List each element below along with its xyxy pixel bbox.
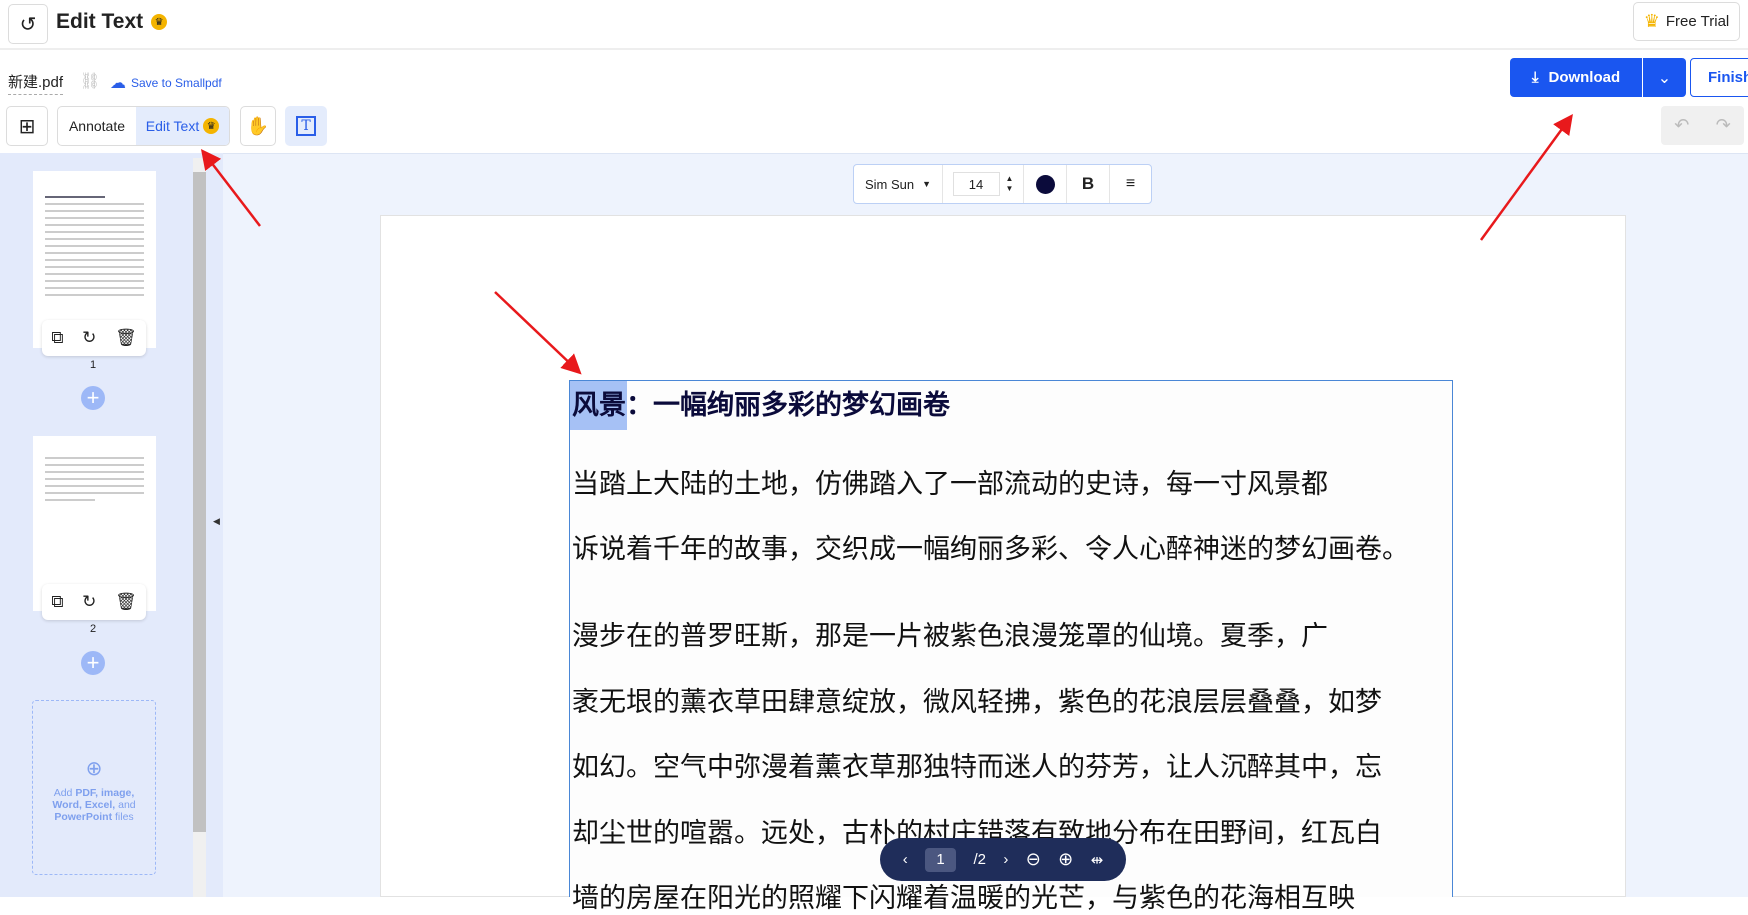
add-files-text: Add — [53, 787, 76, 799]
selected-text: 风景 — [572, 390, 626, 421]
text-tool-button[interactable]: T — [285, 106, 327, 146]
page-2-tools: ⧉ ↻ 🗑 — [42, 584, 146, 620]
rotate-icon[interactable]: ↻ — [82, 592, 96, 612]
page-number-1: 1 — [89, 359, 97, 371]
free-trial-label: Free Trial — [1665, 13, 1730, 30]
document-heading[interactable]: 风景：一幅绚丽多彩的梦幻画卷 — [572, 383, 950, 422]
save-to-smallpdf-link[interactable]: ☁ Save to Smallpdf — [110, 73, 222, 93]
font-size-input[interactable]: 14 — [952, 172, 1000, 196]
paragraph-line[interactable]: 诉说着千年的故事，交织成一幅绚丽多彩、令人心醉神迷的梦幻画卷。 — [572, 527, 1409, 566]
page-total: /2 — [973, 851, 986, 868]
add-files-types: PowerPoint — [54, 811, 113, 823]
prev-page-icon[interactable]: ‹ — [903, 851, 908, 868]
stepper-arrows-icon[interactable]: ▲ ▼ — [1006, 174, 1014, 194]
cloud-icon: ☁ — [110, 75, 126, 92]
align-center-icon: ≡ — [1125, 175, 1136, 192]
download-options-button[interactable]: ⌄ — [1643, 58, 1686, 97]
edit-text-label: Edit Text — [145, 118, 200, 134]
save-label: Save to Smallpdf — [131, 76, 222, 90]
bold-button[interactable]: B — [1067, 165, 1110, 203]
undo-arrow-icon: ↺ — [19, 13, 37, 36]
paragraph-line[interactable]: 如幻。空气中弥漫着薰衣草那独特而迷人的芬芳，让人沉醉其中，忘 — [572, 745, 1382, 784]
download-icon: ⤓ — [1531, 69, 1539, 86]
paragraph-line[interactable]: 当踏上大陆的土地，仿佛踏入了一部流动的史诗，每一寸风景都 — [572, 462, 1328, 501]
zoom-out-icon[interactable]: ⊖ — [1026, 849, 1041, 870]
add-files-dropzone[interactable]: ⊕ Add PDF, image, Word, Excel, and Power… — [32, 700, 156, 875]
sidebar-scrollbar[interactable] — [193, 158, 206, 897]
hand-icon: ✋ — [246, 115, 270, 136]
history-controls: ↶ ↷ — [1661, 106, 1744, 145]
trash-icon[interactable]: 🗑 — [115, 592, 137, 612]
duplicate-icon[interactable]: ⧉ — [51, 328, 63, 348]
font-size-stepper[interactable]: 14 ▲ ▼ — [943, 165, 1024, 203]
page-navigation: ‹ 1 /2 › ⊖ ⊕ ⇹ — [880, 838, 1126, 881]
add-files-text: and — [115, 799, 136, 811]
download-label: Download — [1548, 69, 1621, 86]
mode-switch: Annotate Edit Text ♛ — [57, 106, 230, 146]
trash-icon[interactable]: 🗑 — [115, 328, 137, 348]
caret-down-icon: ▼ — [922, 179, 932, 189]
zoom-in-icon[interactable]: ⊕ — [1058, 849, 1073, 870]
page-1-tools: ⧉ ↻ 🗑 — [42, 320, 146, 356]
collapse-sidebar-icon[interactable]: ◀ — [213, 516, 220, 527]
paragraph-line[interactable]: 袤无垠的薰衣草田肆意绽放，微风轻拂，紫色的花浪层层叠叠，如梦 — [572, 680, 1382, 719]
next-page-icon[interactable]: › — [1003, 851, 1008, 868]
title-text: Edit Text — [56, 10, 144, 33]
text-color-button[interactable] — [1024, 165, 1067, 203]
insert-page-button[interactable]: + — [81, 651, 105, 675]
duplicate-icon[interactable]: ⧉ — [51, 592, 63, 612]
add-circle-icon: ⊕ — [85, 758, 103, 780]
grid-view-button[interactable]: ⊞ — [6, 106, 48, 146]
scrollbar-thumb[interactable] — [193, 172, 206, 832]
chevron-down-icon: ⌄ — [1657, 69, 1672, 87]
page-number-2: 2 — [89, 623, 97, 635]
redo-icon[interactable]: ↷ — [1716, 115, 1731, 136]
insert-page-button[interactable]: + — [81, 386, 105, 410]
undo-icon[interactable]: ↶ — [1674, 115, 1689, 136]
crown-icon: ♛ — [1643, 11, 1660, 31]
header-bar — [0, 0, 1748, 50]
rotate-icon[interactable]: ↻ — [82, 328, 96, 348]
crown-icon: ♛ — [151, 14, 168, 30]
color-swatch — [1035, 174, 1055, 194]
paragraph-line[interactable]: 墙的房屋在阳光的照耀下闪耀着温暖的光芒，与紫色的花海相互映 — [572, 876, 1355, 915]
tab-edit-text[interactable]: Edit Text ♛ — [136, 107, 229, 145]
unlink-icon[interactable]: ⛓ — [80, 71, 100, 91]
paragraph-line[interactable]: 漫步在的普罗旺斯，那是一片被紫色浪漫笼罩的仙境。夏季，广 — [572, 614, 1328, 653]
align-button[interactable]: ≡ — [1110, 165, 1151, 203]
tab-annotate[interactable]: Annotate — [58, 107, 136, 145]
download-button[interactable]: ⤓ Download — [1510, 58, 1642, 97]
file-name[interactable]: 新建.pdf — [8, 71, 64, 95]
page-input[interactable]: 1 — [925, 847, 957, 872]
finish-button[interactable]: Finish — [1690, 58, 1748, 97]
font-family-select[interactable]: Sim Sun ▼ — [854, 165, 943, 203]
grid-icon: ⊞ — [18, 115, 36, 138]
add-files-text: files — [112, 811, 134, 823]
text-format-toolbar: Sim Sun ▼ 14 ▲ ▼ B ≡ — [853, 164, 1152, 204]
text-box-icon: T — [296, 116, 316, 136]
font-name: Sim Sun — [864, 176, 915, 192]
free-trial-button[interactable]: ♛ Free Trial — [1633, 2, 1740, 41]
fit-width-icon[interactable]: ⇹ — [1091, 851, 1104, 869]
hand-tool-button[interactable]: ✋ — [240, 106, 276, 146]
crown-icon: ♛ — [203, 118, 220, 134]
page-title: Edit Text ♛ — [56, 10, 168, 34]
back-button[interactable]: ↺ — [8, 4, 48, 44]
heading-rest: ：一幅绚丽多彩的梦幻画卷 — [626, 390, 950, 421]
